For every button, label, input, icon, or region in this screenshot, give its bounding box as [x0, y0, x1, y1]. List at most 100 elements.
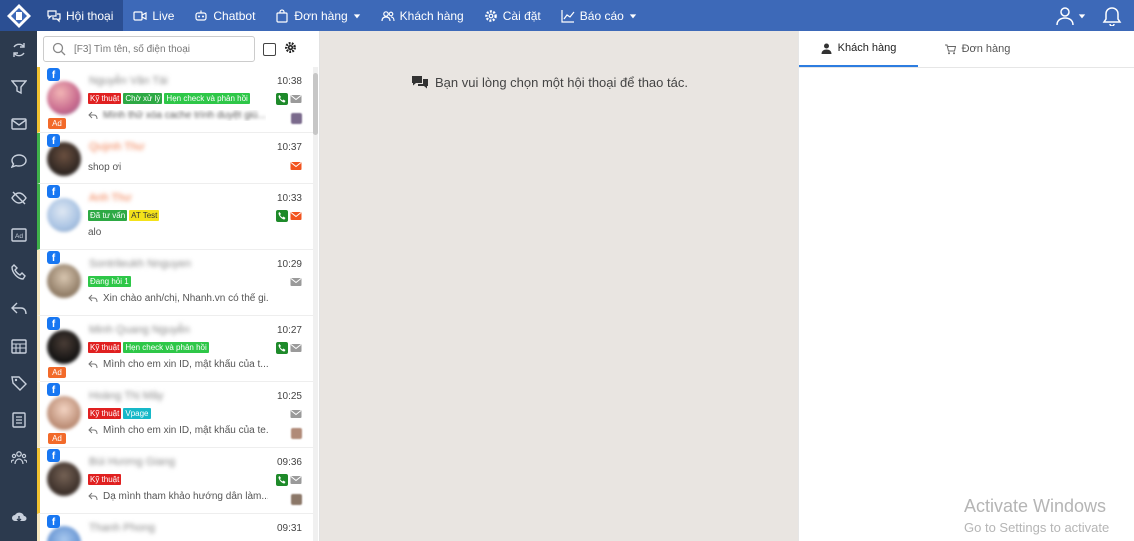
last-message: alo — [88, 227, 101, 238]
reply-icon — [88, 360, 98, 370]
facebook-icon: f — [47, 317, 60, 330]
tag-label: Kỹ thuật — [88, 474, 122, 485]
mail-icon[interactable] — [290, 474, 302, 486]
channel-icons — [290, 408, 302, 420]
nav-item-label: Báo cáo — [579, 8, 624, 23]
message-time: 10:37 — [276, 142, 302, 153]
sidebar-ad-button[interactable]: Ad — [0, 216, 37, 253]
avatar — [47, 81, 81, 115]
last-message: Mình cho em xin ID, mật khẩu của te... — [88, 425, 268, 436]
sidebar-mail-button[interactable] — [0, 105, 37, 142]
reply-icon — [88, 492, 98, 502]
tag-label: Chờ xử lý — [123, 93, 163, 104]
conversation-item[interactable]: f Thanh Phong 09:31 — [37, 514, 313, 541]
select-all-checkbox[interactable] — [263, 42, 276, 56]
nav-item-label: Đơn hàng — [294, 8, 348, 23]
tag-icon — [10, 375, 27, 391]
avatar — [47, 330, 81, 364]
last-message-text: Xin chào anh/chị, Nhanh.vn có thể gi... — [103, 293, 268, 304]
conversation-item[interactable]: f Ad Hoàng Thị Mây 10:25 Kỹ thuật Vpage Mình c… — [37, 382, 313, 448]
mail-icon[interactable] — [290, 276, 302, 288]
list-scrollbar[interactable] — [313, 67, 318, 541]
image-thumbnail — [291, 428, 302, 439]
sidebar-tag-button[interactable] — [0, 364, 37, 401]
mail-icon[interactable] — [290, 160, 302, 172]
mail-icon — [10, 117, 27, 130]
search-placeholder: [F3] Tìm tên, số điện thoại — [74, 43, 190, 55]
conversation-item[interactable]: f Bùi Hương Giang 09:36 Kỹ thuật Dạ mình tha… — [37, 448, 313, 514]
channel-icons — [276, 93, 302, 105]
conversation-item[interactable]: f Anh Thư 10:33 Đã tư vấn AT Test alo — [37, 184, 313, 250]
nav-item-label: Chatbot — [213, 8, 256, 23]
tag-label: Vpage — [123, 408, 151, 419]
last-message-text: Mình thử xóa cache trình duyệt giú... — [103, 110, 266, 121]
svg-text:Ad: Ad — [15, 233, 23, 240]
mail-icon[interactable] — [290, 342, 302, 354]
avatar — [47, 264, 81, 298]
ad-badge: Ad — [48, 118, 66, 129]
sidebar-reply-button[interactable] — [0, 290, 37, 327]
tag-list: Đã tư vấn AT Test — [88, 210, 160, 221]
nav-item-6[interactable]: Báo cáo — [551, 0, 647, 31]
conversation-item[interactable]: f Ad Nguyễn Văn Tài 10:38 Kỹ thuật Chờ xử lý H… — [37, 67, 313, 133]
facebook-icon: f — [47, 515, 60, 528]
facebook-icon: f — [47, 383, 60, 396]
channel-icons — [276, 474, 302, 486]
conversation-item[interactable]: f Ad Minh Quang Nguyễn 10:27 Kỹ thuật Hẹn che… — [37, 316, 313, 382]
contact-name: Anh Thư — [89, 192, 132, 204]
phone-icon[interactable] — [276, 342, 288, 354]
sidebar-phone-button[interactable] — [0, 253, 37, 290]
bell-icon[interactable] — [1102, 6, 1122, 26]
sidebar-calendar-button[interactable] — [0, 327, 37, 364]
mail-icon[interactable] — [290, 93, 302, 105]
user-icon — [1056, 6, 1074, 25]
list-settings-button[interactable] — [284, 41, 297, 57]
last-message-text: Mình cho em xin ID, mật khẩu của te... — [103, 425, 268, 436]
facebook-icon: f — [47, 185, 60, 198]
avatar — [47, 462, 81, 496]
watermark-title: Activate Windows — [964, 496, 1107, 516]
search-input[interactable]: [F3] Tìm tên, số điện thoại — [43, 36, 255, 62]
nav-item-3[interactable]: Đơn hàng — [265, 0, 370, 31]
sidebar-hidden-button[interactable] — [0, 179, 37, 216]
users-icon — [381, 9, 395, 23]
nav-item-2[interactable]: Chatbot — [184, 0, 265, 31]
nav-item-5[interactable]: Cài đặt — [474, 0, 551, 31]
app-logo[interactable] — [0, 0, 37, 31]
sidebar-refresh-button[interactable] — [0, 31, 37, 68]
sidebar-comment-button[interactable] — [0, 142, 37, 179]
gear-icon — [484, 9, 498, 23]
chat-icon — [47, 9, 61, 23]
scrollbar-thumb[interactable] — [313, 73, 318, 135]
phone-icon[interactable] — [276, 210, 288, 222]
sidebar-download-button[interactable] — [0, 498, 37, 535]
account-menu[interactable] — [1055, 6, 1086, 26]
conversation-item[interactable]: f Quỳnh Thư 10:37 shop ơi — [37, 133, 313, 184]
tag-list: Kỹ thuật — [88, 474, 122, 485]
sidebar-filter-button[interactable] — [0, 68, 37, 105]
message-time: 10:38 — [276, 76, 302, 87]
video-icon — [133, 9, 147, 23]
tab-cart[interactable]: Đơn hàng — [918, 31, 1037, 67]
caret-down-icon — [629, 12, 637, 20]
nav-item-0[interactable]: Hội thoại — [37, 0, 124, 31]
reply-icon — [88, 426, 98, 436]
message-time: 09:31 — [276, 523, 302, 534]
comments-icon — [412, 76, 428, 89]
phone-icon[interactable] — [276, 93, 288, 105]
mail-icon[interactable] — [290, 210, 302, 222]
contact-name: Minh Quang Nguyễn — [89, 324, 190, 336]
conversation-item[interactable]: f Sontrileukh Nnguyen 10:29 Đang hỏi 1 Xin c… — [37, 250, 313, 316]
mail-icon[interactable] — [290, 408, 302, 420]
nav-item-1[interactable]: Live — [123, 0, 184, 31]
phone-icon[interactable] — [276, 474, 288, 486]
sidebar-list-button[interactable] — [0, 401, 37, 438]
reply-icon — [88, 111, 98, 121]
nav-item-4[interactable]: Khách hàng — [371, 0, 474, 31]
chart-icon — [561, 9, 575, 23]
ad-icon: Ad — [10, 227, 27, 242]
sidebar-group-button[interactable] — [0, 438, 37, 475]
tab-user[interactable]: Khách hàng — [799, 31, 918, 67]
reply-icon — [10, 302, 27, 314]
tab-label: Đơn hàng — [961, 43, 1011, 55]
